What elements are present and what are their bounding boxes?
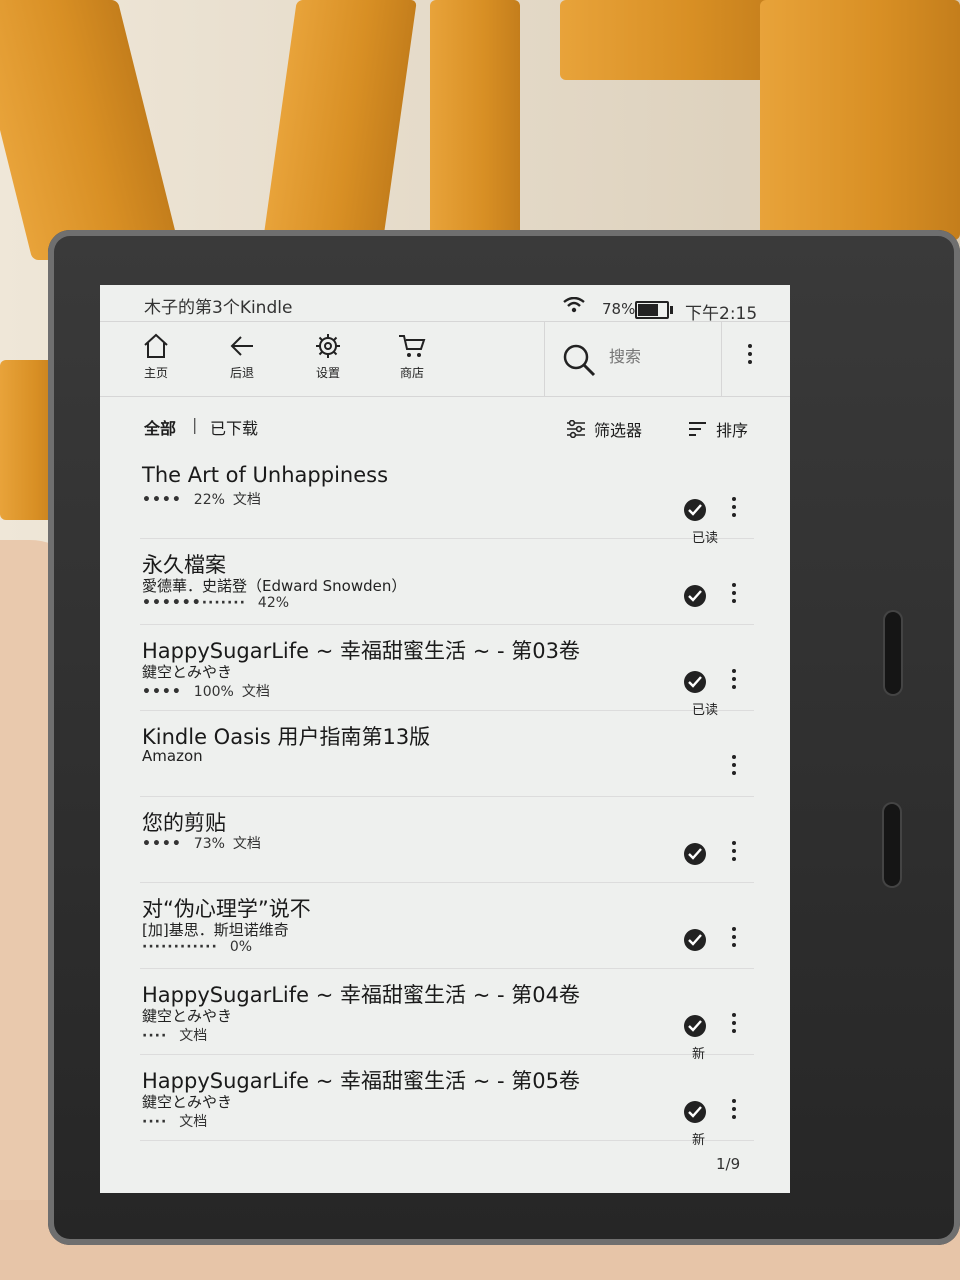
battery-cap [670, 306, 673, 314]
library-item[interactable]: 对“伪心理学”说不 [加]基思．斯坦诺维奇 ············ 0% [140, 883, 754, 969]
library-item[interactable]: HappySugarLife ~ 幸福甜蜜生活 ~ - 第04卷 鍵空とみやき ··… [140, 969, 754, 1062]
item-author: 鍵空とみやき [142, 663, 233, 681]
library-item[interactable]: The Art of Unhappiness •••• 22% 文档 已读 [140, 453, 754, 546]
wifi-icon [563, 297, 585, 313]
item-author: 鍵空とみやき [142, 1007, 233, 1025]
item-more-icon[interactable] [732, 497, 736, 517]
home-icon [144, 333, 168, 358]
gear-icon [316, 334, 340, 358]
battery-fill [638, 304, 659, 316]
filter-row: 全部 | 已下载 筛选器 排序 [100, 403, 790, 443]
item-type: 文档 [232, 836, 261, 852]
cart-icon [399, 335, 426, 357]
item-author: 鍵空とみやき [142, 1093, 233, 1111]
item-more-icon[interactable] [732, 927, 736, 947]
progress-dots: ···· [142, 1028, 168, 1044]
battery-icon [635, 301, 673, 319]
sort-button[interactable]: 排序 [688, 417, 748, 441]
chair-wood [760, 0, 960, 240]
item-percent: 73% [193, 836, 225, 852]
library-item[interactable]: Kindle Oasis 用户指南第13版 Amazon [140, 711, 754, 797]
menu-button[interactable] [740, 344, 760, 374]
tab-downloaded[interactable]: 已下载 [210, 415, 258, 439]
library-item[interactable]: 您的剪贴 •••• 73% 文档 [140, 797, 754, 883]
sort-label: 排序 [716, 421, 749, 440]
check-circle-icon [684, 585, 706, 607]
item-meta: ············ 0% [142, 939, 260, 955]
check-circle-icon [684, 1101, 706, 1123]
item-percent: 0% [229, 939, 253, 955]
item-meta: •••• 100% 文档 [142, 681, 270, 701]
check-circle-icon [684, 499, 706, 521]
item-more-icon[interactable] [732, 583, 736, 603]
library-item[interactable]: 永久檔案 愛德華．史諾登（Edward Snowden） ••••••·······… [140, 539, 754, 625]
battery-percent: 78% [602, 300, 636, 318]
progress-dots: ••••••······· [142, 595, 246, 611]
check-circle-icon [684, 929, 706, 951]
search-icon [563, 344, 596, 377]
page-indicator: 1/9 [716, 1155, 741, 1173]
sort-lines-icon [689, 422, 706, 436]
status-bar: 木子的第3个Kindle 78% 下午2:15 [100, 285, 790, 324]
item-percent: 42% [257, 595, 290, 611]
settings-button[interactable]: 设置 [298, 332, 358, 381]
check-circle-icon [684, 843, 706, 865]
toolbar: 主页 后退 设置 商店 [100, 321, 790, 397]
item-meta: ••••••······· 42% [142, 595, 297, 611]
library-item[interactable]: HappySugarLife ~ 幸福甜蜜生活 ~ - 第03卷 鍵空とみやき ••… [140, 625, 754, 718]
home-button[interactable]: 主页 [126, 332, 186, 381]
item-author: [加]基思．斯坦诺维奇 [142, 921, 289, 939]
item-more-icon[interactable] [732, 755, 736, 775]
progress-dots: •••• [142, 492, 182, 508]
item-type: 文档 [232, 492, 261, 508]
item-percent: 22% [193, 492, 225, 508]
tab-separator: | [192, 415, 198, 434]
item-type: 文档 [179, 1028, 208, 1044]
item-meta: ···· 文档 [142, 1111, 207, 1131]
progress-dots: •••• [142, 836, 182, 852]
page-forward-button[interactable] [885, 612, 901, 694]
filter-sliders-icon [567, 420, 585, 438]
kindle-screen: 木子的第3个Kindle 78% 下午2:15 主页 后退 设置 商店 搜索 全… [100, 285, 790, 1193]
settings-label: 设置 [315, 366, 340, 380]
filter-button[interactable]: 筛选器 [566, 417, 642, 441]
item-type: 文档 [241, 684, 270, 700]
item-more-icon[interactable] [732, 1099, 736, 1119]
store-button[interactable]: 商店 [382, 332, 442, 381]
item-meta: •••• 22% 文档 [142, 489, 261, 509]
item-more-icon[interactable] [732, 669, 736, 689]
check-circle-icon [684, 671, 706, 693]
library-item[interactable]: HappySugarLife ~ 幸福甜蜜生活 ~ - 第05卷 鍵空とみやき ··… [140, 1055, 754, 1148]
page-back-button[interactable] [884, 804, 900, 886]
search-input[interactable] [607, 346, 711, 367]
item-type: 文档 [179, 1114, 208, 1130]
item-title: The Art of Unhappiness [142, 463, 389, 487]
check-circle-icon [684, 1015, 706, 1037]
device-name: 木子的第3个Kindle [144, 298, 293, 318]
tab-all[interactable]: 全部 [144, 415, 176, 439]
progress-dots: ············ [142, 939, 218, 955]
home-label: 主页 [143, 366, 168, 380]
back-button[interactable]: 后退 [212, 332, 272, 381]
library-list: The Art of Unhappiness •••• 22% 文档 已读 永久檔案 愛德華… [100, 453, 790, 1148]
progress-dots: •••• [142, 684, 182, 700]
back-arrow-icon [230, 336, 253, 356]
chair-wood [430, 0, 520, 240]
item-author: Amazon [142, 747, 203, 765]
item-more-icon[interactable] [732, 1013, 736, 1033]
status-badge: 新 [692, 1133, 706, 1148]
item-more-icon[interactable] [732, 841, 736, 861]
item-percent: 100% [193, 684, 234, 700]
back-label: 后退 [229, 366, 254, 380]
item-author: 愛德華．史諾登（Edward Snowden） [142, 577, 407, 595]
progress-dots: ···· [142, 1114, 168, 1130]
search-box[interactable] [544, 322, 722, 396]
item-meta: ···· 文档 [142, 1025, 207, 1045]
filter-label: 筛选器 [594, 421, 643, 440]
chair-wood [560, 0, 780, 80]
item-meta: •••• 73% 文档 [142, 833, 261, 853]
store-label: 商店 [399, 366, 424, 380]
